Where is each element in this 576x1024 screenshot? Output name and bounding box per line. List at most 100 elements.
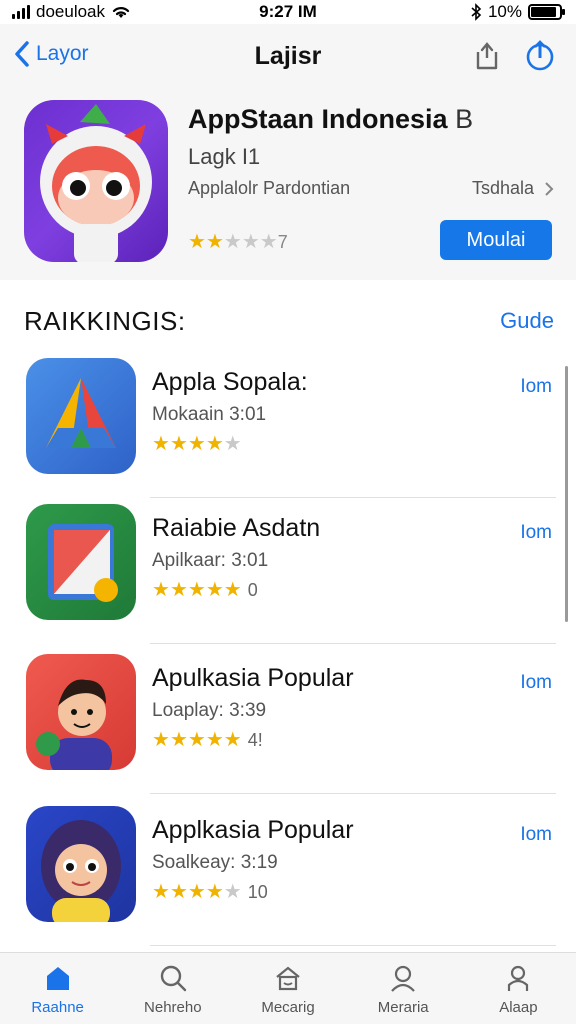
app-rating: ★★★★★ 4! <box>152 730 263 751</box>
tab-person[interactable]: Meraria <box>346 953 461 1024</box>
tab-profile[interactable]: Alaap <box>461 953 576 1024</box>
star-filled-icon: ★ <box>205 579 224 601</box>
star-filled-icon: ★ <box>169 881 188 903</box>
list-item[interactable]: Apulkasia Popular Loaplay: 3:39 ★★★★★ 4!… <box>0 646 576 794</box>
star-filled-icon: ★ <box>187 881 206 903</box>
app-subtitle: Loaplay: 3:39 <box>152 700 267 721</box>
star-rating: ★★★★★ <box>188 232 278 253</box>
featured-app-get-button[interactable]: Moulai <box>440 220 552 260</box>
app-subtitle: Mokaain 3:01 <box>152 404 267 425</box>
tab-home[interactable]: Raahne <box>0 953 115 1024</box>
tab-label: Raahne <box>31 999 84 1016</box>
back-label: Layor <box>36 42 89 65</box>
star-filled-icon: ★ <box>205 729 224 751</box>
share-button[interactable] <box>472 38 502 72</box>
list-item[interactable]: Applkasia Popular Soalkeay: 3:19 ★★★★★ 1… <box>0 798 576 946</box>
star-filled-icon: ★ <box>223 579 242 601</box>
rating-count: 4! <box>247 730 263 750</box>
star-rating: ★★★★★ <box>152 580 242 601</box>
star-filled-icon: ★ <box>152 433 170 455</box>
tab-search[interactable]: Nehreho <box>115 953 230 1024</box>
share-icon <box>476 42 498 70</box>
get-button[interactable]: Iom <box>520 672 552 694</box>
featured-app-title: AppStaan Indonesia B <box>188 104 473 135</box>
download-button[interactable] <box>524 38 556 72</box>
list-item[interactable]: Raiabie Asdatn Apilkaar: 3:01 ★★★★★ 0 Io… <box>0 496 576 644</box>
download-icon <box>526 40 554 71</box>
app-rating: ★★★★★ 10 <box>152 882 268 903</box>
featured-app-more-label: Tsdhala <box>471 178 534 198</box>
star-rating: ★★★★★ <box>152 882 242 903</box>
divider <box>150 945 556 946</box>
divider <box>150 793 556 794</box>
person-avatar-icon <box>36 679 112 770</box>
see-all-link[interactable]: Gude <box>500 308 554 334</box>
store-icon <box>276 966 300 991</box>
star-empty-icon: ★ <box>241 231 260 253</box>
featured-app-more-link[interactable]: Tsdhala <box>472 178 554 199</box>
status-bar: doeuloak 9:27 IM 10% <box>0 0 576 24</box>
app-rating: ★★★★★ <box>152 434 248 455</box>
star-filled-icon: ★ <box>169 579 188 601</box>
app-name: Appla Sopala: <box>152 368 308 396</box>
mascot-illustration <box>40 104 152 262</box>
divider <box>150 643 556 644</box>
get-button[interactable]: Iom <box>520 824 552 846</box>
rating-count: 10 <box>247 882 268 902</box>
app-icon <box>26 654 136 770</box>
app-name: Applkasia Popular <box>152 816 354 844</box>
map-logo-icon <box>48 524 118 602</box>
star-filled-icon: ★ <box>223 729 242 751</box>
person-icon <box>391 965 416 992</box>
app-subtitle: Apilkaar: 3:01 <box>152 550 269 571</box>
app-name: Raiabie Asdatn <box>152 514 321 542</box>
star-filled-icon: ★ <box>152 729 170 751</box>
triangle-logo-icon <box>46 378 116 448</box>
featured-app-subtitle: Lagk I1 <box>188 144 261 169</box>
battery-fill <box>531 7 557 17</box>
star-empty-icon: ★ <box>223 881 242 903</box>
star-filled-icon: ★ <box>187 433 206 455</box>
app-rating: ★★★★★ 0 <box>152 580 258 601</box>
nav-bar: Layor Lajisr <box>0 34 576 78</box>
scrollbar[interactable] <box>565 366 568 622</box>
star-filled-icon: ★ <box>205 881 224 903</box>
star-filled-icon: ★ <box>169 433 188 455</box>
status-right: 10% <box>470 2 565 22</box>
star-filled-icon: ★ <box>152 579 170 601</box>
girl-avatar-icon <box>41 820 121 922</box>
star-filled-icon: ★ <box>187 579 206 601</box>
list-item[interactable]: Appla Sopala: Mokaain 3:01 ★★★★★ Iom <box>0 350 576 498</box>
search-icon <box>160 965 186 992</box>
tab-label: Nehreho <box>144 999 202 1016</box>
star-rating: ★★★★★ <box>152 434 242 455</box>
app-subtitle: Soalkeay: 3:19 <box>152 852 278 873</box>
app-name: Apulkasia Popular <box>152 664 354 692</box>
battery-icon <box>528 4 565 20</box>
chevron-right-icon <box>545 181 554 196</box>
star-empty-icon: ★ <box>223 433 242 455</box>
home-icon <box>46 967 69 990</box>
star-empty-icon: ★ <box>259 231 278 253</box>
tab-label: Alaap <box>499 999 538 1016</box>
featured-app-icon[interactable] <box>24 100 168 262</box>
star-filled-icon: ★ <box>187 729 206 751</box>
back-button[interactable]: Layor <box>14 40 89 68</box>
battery-percent: 10% <box>487 2 522 21</box>
app-icon <box>26 358 136 474</box>
tab-bar: Raahne Nehreho Mecarig Meraria Alaap <box>0 952 576 1024</box>
app-header-area: Layor Lajisr AppStaan Indonesia B Lagk I… <box>0 24 576 280</box>
chevron-left-icon <box>15 41 29 67</box>
section-title: RAIKKINGIS: <box>24 306 186 336</box>
get-button[interactable]: Iom <box>520 522 552 544</box>
star-filled-icon: ★ <box>205 433 224 455</box>
app-icon <box>26 806 136 922</box>
star-filled-icon: ★ <box>205 231 224 253</box>
star-rating: ★★★★★ <box>152 730 242 751</box>
tab-store[interactable]: Mecarig <box>230 953 345 1024</box>
star-empty-icon: ★ <box>223 231 242 253</box>
star-filled-icon: ★ <box>169 729 188 751</box>
get-button[interactable]: Iom <box>520 376 552 398</box>
star-filled-icon: ★ <box>152 881 170 903</box>
featured-app: AppStaan Indonesia B Lagk I1 Applalolr P… <box>24 100 554 270</box>
